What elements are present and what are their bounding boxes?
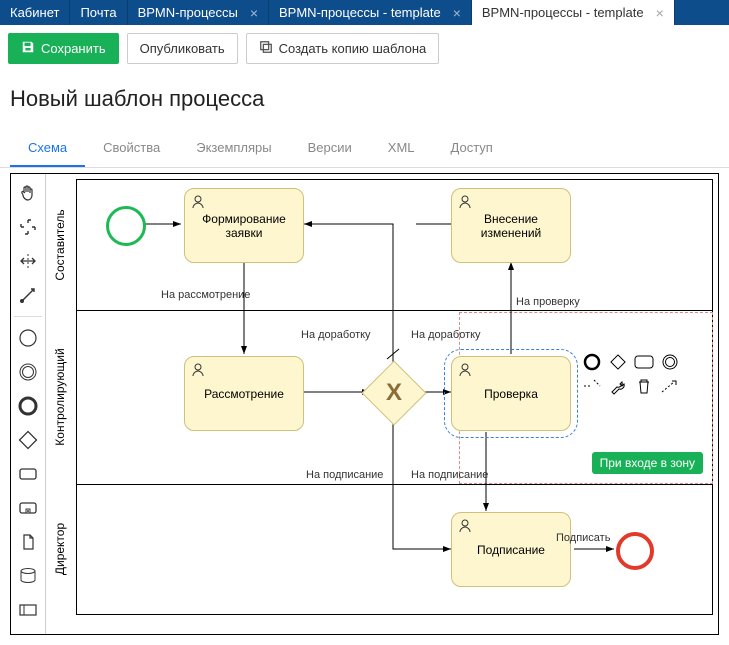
intermediate-event-tool[interactable]	[13, 357, 43, 387]
close-icon[interactable]: ×	[250, 5, 258, 21]
flow-label: На подписание	[411, 469, 488, 481]
diagram-area[interactable]: Составитель Контролирующий Директор Фо	[46, 174, 718, 634]
user-icon	[191, 195, 205, 212]
ctx-wrench[interactable]	[607, 376, 629, 396]
x-icon: X	[386, 379, 402, 407]
flow-label: На доработку	[411, 329, 481, 341]
tab-access[interactable]: Доступ	[433, 130, 511, 167]
top-tab-bpmn-template-1[interactable]: BPMN-процессы - template×	[269, 0, 472, 25]
user-icon	[458, 195, 472, 212]
subprocess-tool[interactable]	[13, 493, 43, 523]
user-icon	[458, 363, 472, 380]
lasso-tool[interactable]	[13, 212, 43, 242]
view-tabs: Схема Свойства Экземпляры Версии XML Дос…	[0, 130, 729, 168]
start-event-tool[interactable]	[13, 323, 43, 353]
space-tool[interactable]	[13, 246, 43, 276]
copy-template-button[interactable]: Создать копию шаблона	[246, 33, 440, 64]
task-check[interactable]: Проверка	[451, 356, 571, 431]
hand-tool[interactable]	[13, 178, 43, 208]
palette	[11, 174, 46, 634]
data-object-tool[interactable]	[13, 527, 43, 557]
task-sign[interactable]: Подписание	[451, 512, 571, 587]
top-tab-bar: Кабинет Почта BPMN-процессы× BPMN-процес…	[0, 0, 729, 25]
flow-label: На доработку	[301, 329, 371, 341]
top-tab-bpmn-template-2[interactable]: BPMN-процессы - template×	[472, 0, 675, 25]
tab-xml[interactable]: XML	[370, 130, 433, 167]
tab-schema[interactable]: Схема	[10, 130, 85, 167]
data-store-tool[interactable]	[13, 561, 43, 591]
tab-instances[interactable]: Экземпляры	[178, 130, 289, 167]
diagram-canvas: Составитель Контролирующий Директор Фо	[10, 173, 719, 635]
ctx-connect[interactable]	[659, 376, 681, 396]
page-title: Новый шаблон процесса	[10, 86, 719, 112]
ctx-start-event[interactable]	[581, 352, 603, 372]
zone-entry-badge[interactable]: При входе в зону	[592, 452, 703, 474]
start-event[interactable]	[106, 206, 146, 246]
end-event[interactable]	[616, 532, 654, 570]
top-tab-mail[interactable]: Почта	[70, 0, 127, 25]
user-icon	[458, 519, 472, 536]
user-icon	[191, 363, 205, 380]
ctx-annotation[interactable]	[581, 376, 603, 396]
global-connect-tool[interactable]	[13, 280, 43, 310]
task-review[interactable]: Рассмотрение	[184, 356, 304, 431]
gateway-tool[interactable]	[13, 425, 43, 455]
task-tool[interactable]	[13, 459, 43, 489]
tab-properties[interactable]: Свойства	[85, 130, 178, 167]
flow-label: На рассмотрение	[161, 289, 250, 301]
save-button[interactable]: Сохранить	[8, 33, 119, 64]
copy-icon	[259, 40, 273, 57]
tab-versions[interactable]: Версии	[290, 130, 370, 167]
top-tab-bpmn[interactable]: BPMN-процессы×	[128, 0, 269, 25]
flow-label: На подписание	[306, 469, 383, 481]
task-form-request[interactable]: Формирование заявки	[184, 188, 304, 263]
close-icon[interactable]: ×	[453, 5, 461, 21]
ctx-gateway[interactable]	[607, 352, 629, 372]
flow-label: На проверку	[516, 296, 580, 308]
top-tab-cabinet[interactable]: Кабинет	[0, 0, 70, 25]
participant-tool[interactable]	[13, 595, 43, 625]
end-event-tool[interactable]	[13, 391, 43, 421]
flow-label: Подписать	[556, 532, 610, 544]
save-icon	[21, 40, 35, 57]
toolbar: Сохранить Опубликовать Создать копию шаб…	[0, 25, 729, 72]
publish-button[interactable]: Опубликовать	[127, 33, 238, 64]
context-pad	[581, 352, 691, 396]
ctx-trash[interactable]	[633, 376, 655, 396]
ctx-intermediate[interactable]	[659, 352, 681, 372]
close-icon[interactable]: ×	[656, 5, 664, 21]
task-make-changes[interactable]: Внесение изменений	[451, 188, 571, 263]
ctx-task[interactable]	[633, 352, 655, 372]
